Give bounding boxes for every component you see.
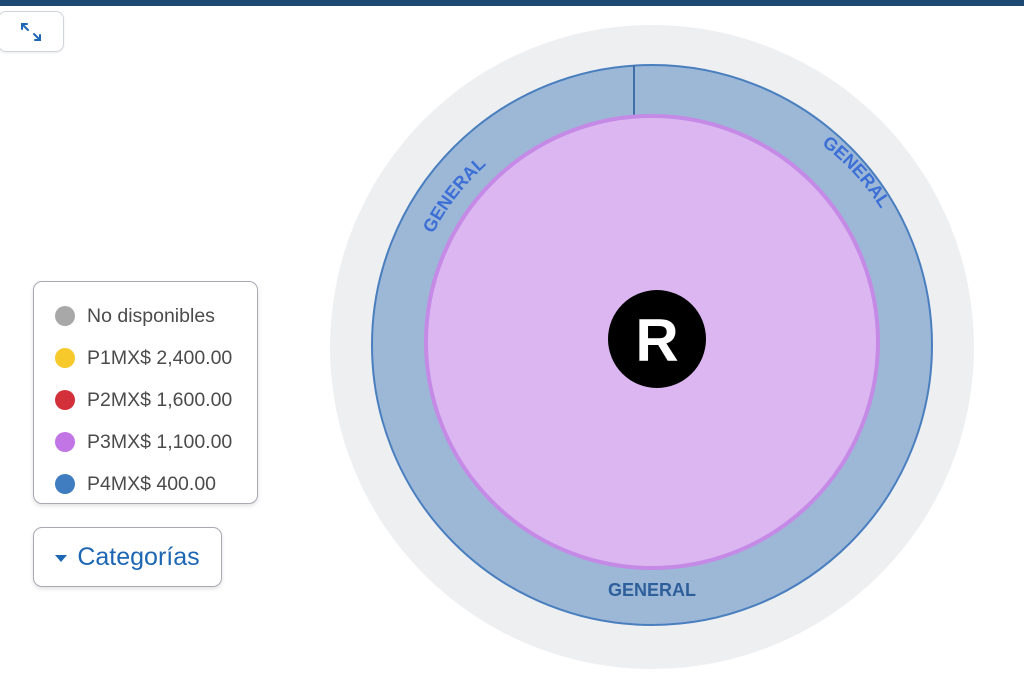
section-label-bottom: GENERAL <box>608 580 696 600</box>
venue-map: GENERAL GENERAL GENERAL R <box>330 25 974 669</box>
stage-label: R <box>635 307 678 374</box>
stage-marker: R <box>608 290 706 388</box>
